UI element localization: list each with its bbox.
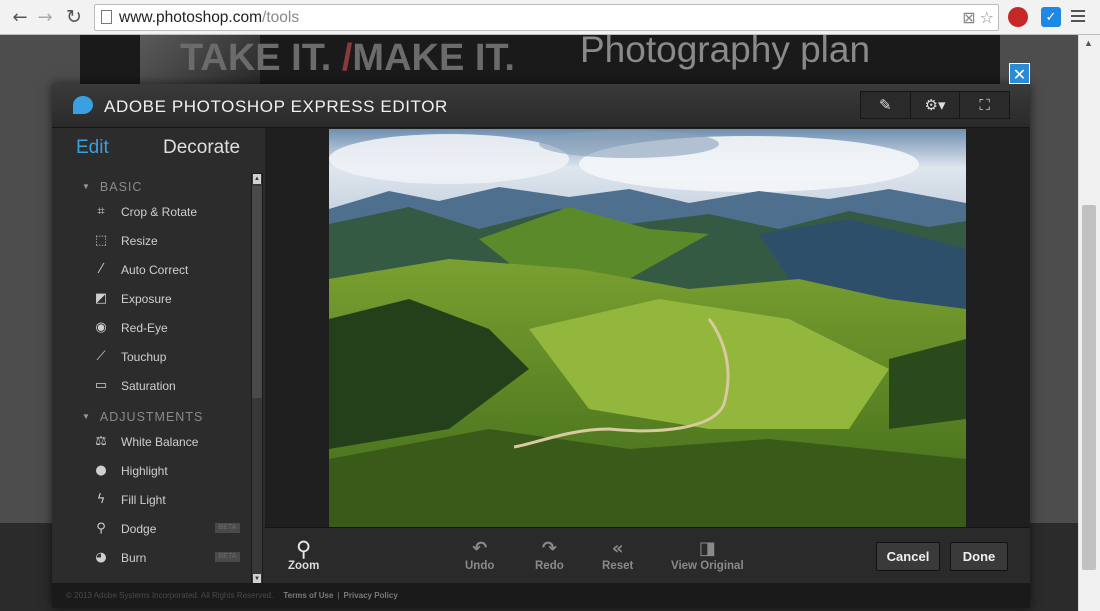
zoom-button[interactable]: ⚲ Zoom bbox=[288, 538, 319, 572]
tool-crop-rotate[interactable]: ⌗ Crop & Rotate bbox=[52, 197, 250, 226]
exposure-icon: ◩ bbox=[94, 291, 108, 306]
extension-red-icon[interactable] bbox=[1008, 7, 1028, 27]
banner-tagline: TAKE IT. /MAKE IT. bbox=[180, 37, 515, 79]
bottom-toolbar: ⚲ Zoom ↶ Undo ↷ Redo « Reset ◨ View Orig… bbox=[265, 527, 1030, 583]
privacy-policy-link[interactable]: Privacy Policy bbox=[344, 591, 398, 600]
collapse-triangle-icon: ▼ bbox=[82, 182, 91, 191]
page-scrollbar[interactable]: ▲ bbox=[1078, 35, 1100, 611]
eye-icon: ◉ bbox=[95, 320, 107, 335]
tool-white-balance[interactable]: ⚖ White Balance bbox=[52, 427, 250, 456]
tool-list-scroll-thumb[interactable] bbox=[252, 186, 262, 398]
redo-icon: ↷ bbox=[541, 538, 557, 559]
tool-list: ▼ BASIC ⌗ Crop & Rotate ⬚ Resize ⁄ Auto Corr… bbox=[52, 176, 250, 572]
magnifier-icon: ⚲ bbox=[295, 537, 312, 561]
resize-icon: ⬚ bbox=[94, 233, 108, 248]
url-path: /tools bbox=[262, 8, 300, 26]
editor-footer: © 2013 Adobe Systems Incorporated. All R… bbox=[52, 583, 1030, 608]
section-adjustments[interactable]: ▼ ADJUSTMENTS bbox=[52, 406, 250, 427]
banner-plan-title: Photography plan bbox=[580, 35, 871, 70]
redo-button[interactable]: ↷ Redo bbox=[535, 538, 564, 572]
forward-arrow-icon[interactable]: → bbox=[33, 5, 57, 29]
scroll-up-arrow-icon[interactable]: ▲ bbox=[253, 174, 261, 184]
brush-icon[interactable]: ✎ bbox=[861, 92, 911, 118]
bandage-icon: ⟋ bbox=[96, 349, 106, 364]
cancel-button[interactable]: Cancel bbox=[876, 542, 940, 571]
close-editor-button[interactable]: ✕ bbox=[1009, 63, 1030, 84]
terms-of-use-link[interactable]: Terms of Use bbox=[283, 591, 333, 600]
saturation-icon: ▭ bbox=[94, 378, 108, 393]
tab-decorate[interactable]: Decorate bbox=[163, 137, 240, 159]
photoshop-express-logo-icon bbox=[73, 96, 93, 114]
tool-dodge[interactable]: ⚲ Dodge BETA bbox=[52, 514, 250, 543]
page-icon bbox=[101, 10, 112, 24]
lightbulb-icon: ● bbox=[95, 463, 107, 478]
address-bar[interactable]: www.photoshop.com/tools ⊠ ☆ bbox=[94, 4, 999, 31]
undo-button[interactable]: ↶ Undo bbox=[465, 538, 494, 572]
editor-header: ADOBE PHOTOSHOP EXPRESS EDITOR ✎ ⚙▾ ⛶ bbox=[52, 84, 1030, 128]
tool-saturation[interactable]: ▭ Saturation bbox=[52, 371, 250, 400]
magic-wand-icon: ⁄ bbox=[99, 262, 103, 277]
footer-separator: | bbox=[337, 591, 340, 600]
fullscreen-icon[interactable]: ⛶ bbox=[960, 92, 1009, 118]
view-original-button[interactable]: ◨ View Original bbox=[671, 538, 744, 572]
undo-icon: ↶ bbox=[472, 538, 488, 559]
scroll-up-arrow-icon[interactable]: ▲ bbox=[1084, 38, 1093, 48]
tab-edit[interactable]: Edit bbox=[76, 137, 109, 159]
crop-icon: ⌗ bbox=[97, 204, 105, 219]
editor-title: ADOBE PHOTOSHOP EXPRESS EDITOR bbox=[104, 97, 448, 116]
tool-list-scrollbar[interactable]: ▲ ▼ bbox=[251, 173, 263, 585]
tool-burn[interactable]: ◕ Burn BETA bbox=[52, 543, 250, 572]
scroll-thumb[interactable] bbox=[1082, 205, 1096, 570]
copyright-text: © 2013 Adobe Systems Incorporated. All R… bbox=[66, 591, 274, 600]
reset-button[interactable]: « Reset bbox=[602, 538, 633, 572]
mountain-landscape-photo[interactable] bbox=[329, 129, 966, 527]
browser-toolbar: ← → ↻ www.photoshop.com/tools ⊠ ☆ ✓ bbox=[0, 0, 1100, 35]
burn-icon: ◕ bbox=[95, 550, 107, 565]
compare-icon: ◨ bbox=[698, 538, 716, 559]
reload-icon[interactable]: ↻ bbox=[62, 5, 86, 29]
lightning-icon: ϟ bbox=[96, 492, 106, 507]
tool-exposure[interactable]: ◩ Exposure bbox=[52, 284, 250, 313]
back-arrow-icon[interactable]: ← bbox=[8, 5, 32, 29]
browser-menu-icon[interactable] bbox=[1071, 7, 1085, 25]
tool-resize[interactable]: ⬚ Resize bbox=[52, 226, 250, 255]
photo-artwork bbox=[329, 129, 966, 527]
dodge-icon: ⚲ bbox=[96, 521, 106, 536]
promo-banner: TAKE IT. /MAKE IT. Photography plan bbox=[80, 35, 1000, 85]
bookmark-star-icon[interactable]: ☆ bbox=[980, 8, 994, 28]
beta-badge: BETA bbox=[215, 552, 240, 562]
tool-highlight[interactable]: ● Highlight bbox=[52, 456, 250, 485]
rewind-icon: « bbox=[611, 538, 624, 559]
image-canvas bbox=[265, 128, 1030, 527]
blocked-popup-icon[interactable]: ⊠ bbox=[962, 8, 975, 28]
photoshop-editor-window: ADOBE PHOTOSHOP EXPRESS EDITOR ✎ ⚙▾ ⛶ Ed… bbox=[52, 84, 1030, 608]
extension-check-icon[interactable]: ✓ bbox=[1041, 7, 1061, 27]
tool-auto-correct[interactable]: ⁄ Auto Correct bbox=[52, 255, 250, 284]
section-basic[interactable]: ▼ BASIC bbox=[52, 176, 250, 197]
edit-side-panel: Edit Decorate ▼ BASIC ⌗ Crop & Rotate ⬚ Res… bbox=[52, 128, 265, 585]
url-host: www.photoshop.com bbox=[119, 8, 263, 26]
scale-icon: ⚖ bbox=[95, 434, 107, 449]
settings-gear-icon[interactable]: ⚙▾ bbox=[911, 92, 961, 118]
tool-fill-light[interactable]: ϟ Fill Light bbox=[52, 485, 250, 514]
tool-red-eye[interactable]: ◉ Red-Eye bbox=[52, 313, 250, 342]
beta-badge: BETA bbox=[215, 523, 240, 533]
done-button[interactable]: Done bbox=[950, 542, 1008, 571]
tool-touchup[interactable]: ⟋ Touchup bbox=[52, 342, 250, 371]
collapse-triangle-icon: ▼ bbox=[82, 412, 91, 421]
header-tools: ✎ ⚙▾ ⛶ bbox=[860, 91, 1010, 119]
